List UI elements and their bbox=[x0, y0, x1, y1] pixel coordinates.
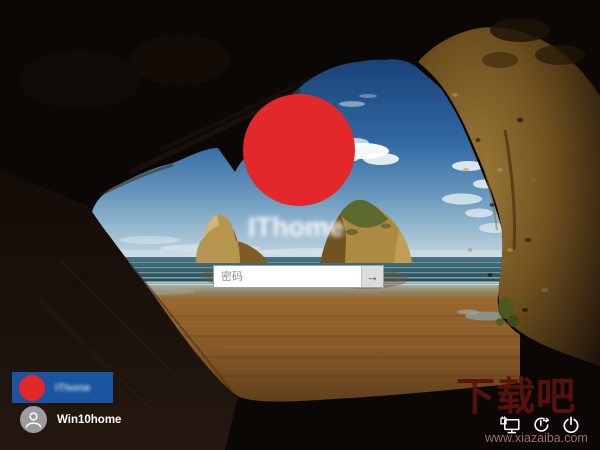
password-input[interactable] bbox=[214, 266, 361, 287]
user-tile-label: Win10home bbox=[57, 413, 122, 426]
censored-avatar-circle bbox=[243, 94, 355, 206]
user-avatar-censored-icon bbox=[19, 374, 45, 401]
submit-password-button[interactable]: → bbox=[361, 266, 383, 287]
windows-lock-screen: 下载吧 www.xiazaiba.com IThome → IThome Win… bbox=[0, 0, 600, 450]
network-icon[interactable] bbox=[500, 416, 520, 434]
system-tray bbox=[500, 416, 580, 434]
user-tile-label: IThome bbox=[55, 381, 91, 394]
user-tile-win10home[interactable]: Win10home bbox=[20, 406, 121, 433]
watermark-title: 下载吧 bbox=[456, 376, 577, 419]
submit-arrow-icon: → bbox=[366, 269, 379, 284]
signin-username: IThome bbox=[247, 212, 344, 242]
password-box: → bbox=[213, 265, 384, 288]
ease-of-access-icon[interactable] bbox=[532, 416, 550, 434]
person-icon bbox=[20, 406, 47, 433]
user-tile-selected[interactable]: IThome bbox=[12, 372, 113, 403]
power-icon[interactable] bbox=[562, 416, 580, 434]
